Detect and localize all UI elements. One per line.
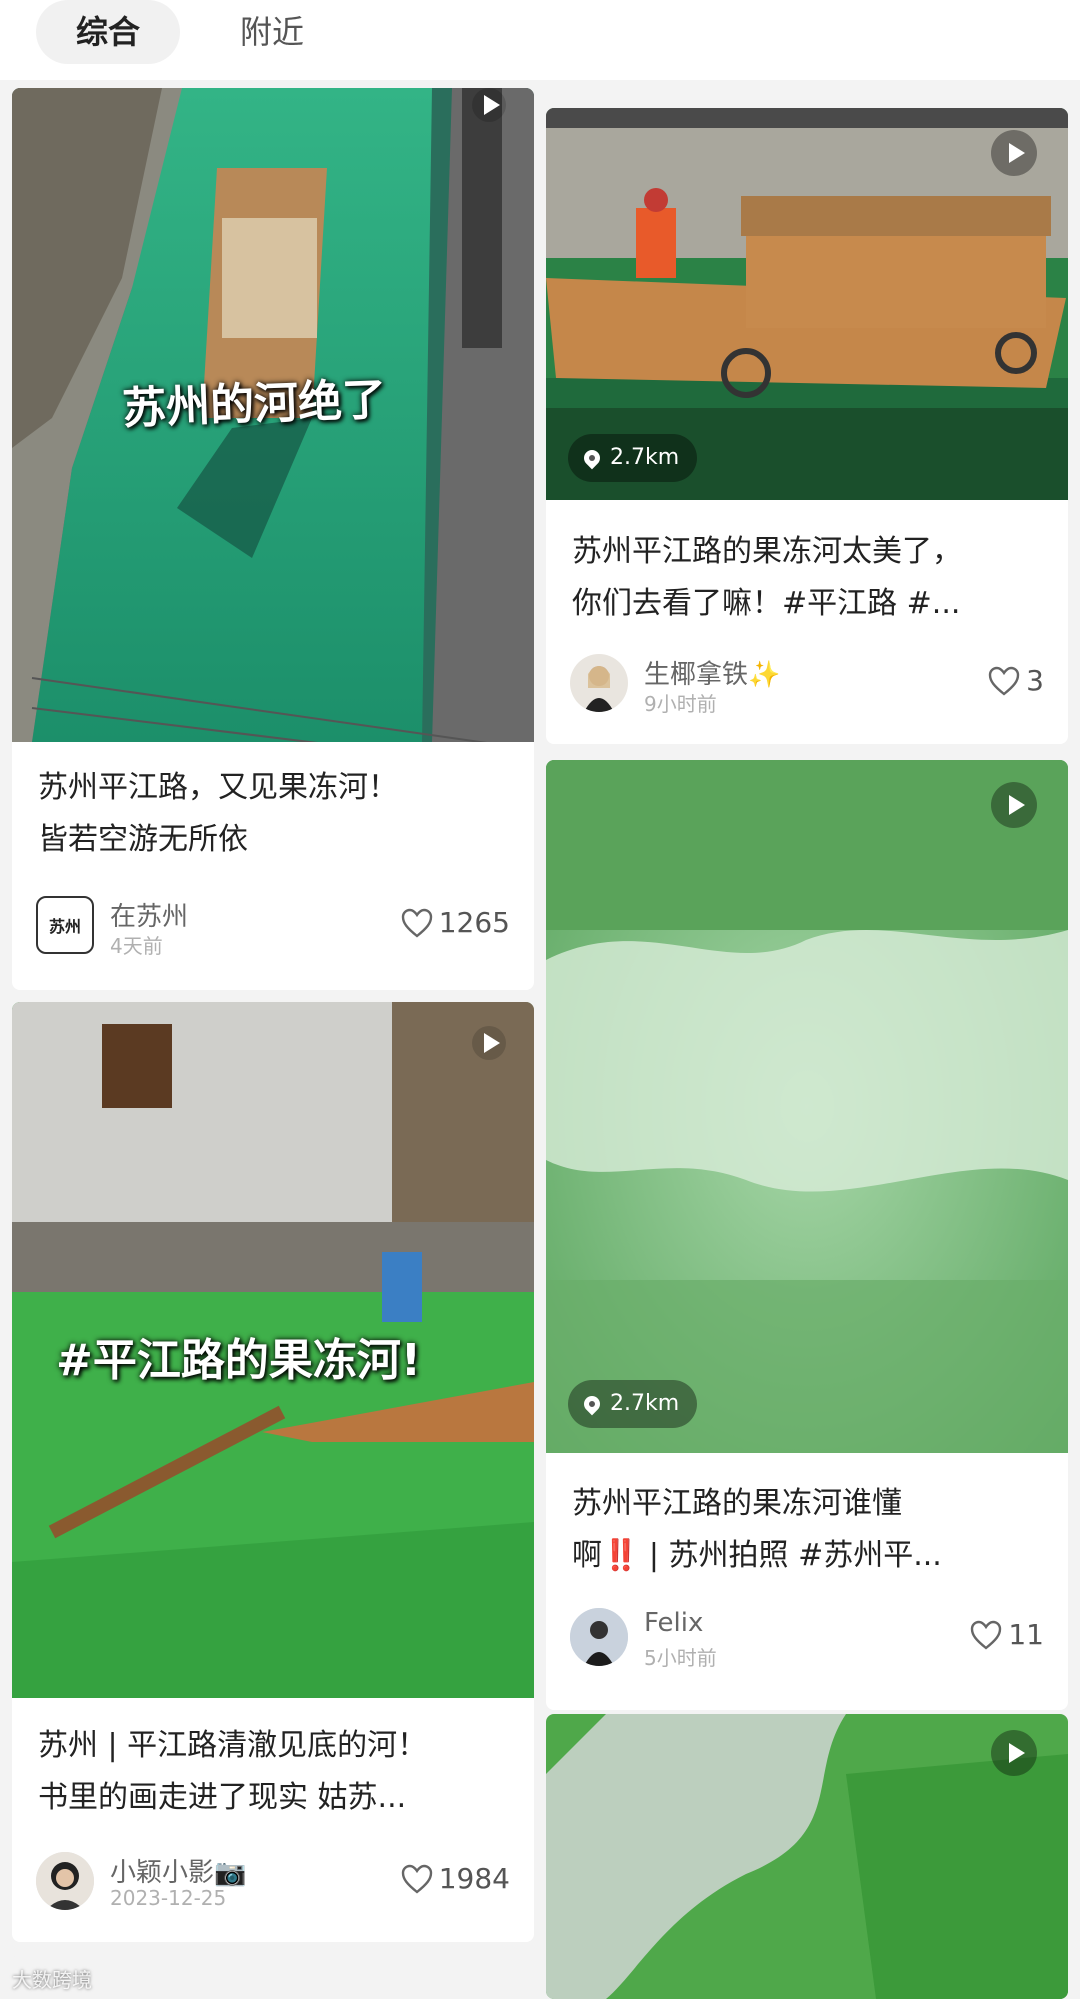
top-tab-bar: 综合 附近 [0,0,1080,80]
like-count: 3 [1026,664,1044,697]
card-cover-image[interactable]: #平江路的果冻河! [12,1002,534,1698]
card-title: 苏州 | 平江路清澈见底的河！ 书里的画走进了现实 姑苏... [38,1728,428,1815]
video-play-icon [991,782,1037,828]
like-button[interactable]: 11 [970,1618,1044,1651]
author-name[interactable]: 在苏州 [110,896,188,933]
feed-card[interactable]: 苏州的河绝了 苏州平江路，又见果冻河！ 皆若空游无所依 苏州 在苏州 4天前 1… [12,88,534,990]
tab-nearby[interactable]: 附近 [200,0,344,64]
heart-icon [971,1620,1002,1650]
card-title: 苏州平江路的果冻河谁懂 啊‼️ | 苏州拍照 #苏州平... [572,1486,942,1573]
feed-card[interactable] [546,1714,1068,1999]
cover-overlay-text: #平江路的果冻河! [56,1335,421,1386]
card-cover-image[interactable]: 苏州的河绝了 [12,88,534,742]
like-button[interactable]: 1984 [401,1862,510,1895]
video-play-icon [472,1026,506,1060]
card-cover-image[interactable]: 2.7km [546,108,1068,500]
watermark-text: 大数跨境 [12,1968,92,1992]
author-name[interactable]: Felix [644,1608,703,1638]
like-count: 1984 [438,1862,510,1895]
author-name[interactable]: 生椰拿铁✨ [644,654,780,691]
video-play-icon [991,1730,1037,1776]
card-title: 苏州平江路，又见果冻河！ 皆若空游无所依 [38,770,398,857]
post-time: 5小时前 [644,1646,717,1670]
like-count: 11 [1008,1618,1044,1651]
avatar[interactable] [570,654,628,712]
heart-icon [401,908,432,938]
author-name[interactable]: 小颖小影📷 [110,1852,246,1889]
location-badge: 2.7km [568,1380,698,1428]
card-title: 苏州平江路的果冻河太美了， 你们去看了嘛！#平江路 #... [572,534,962,621]
cover-overlay-text: 苏州的河绝了 [121,374,387,435]
video-play-icon [472,88,506,122]
card-author-row: 小颖小影📷 2023-12-25 1984 [36,1852,510,1916]
like-count: 1265 [438,906,510,939]
clear-water-image [546,760,1068,1453]
avatar[interactable] [36,1852,94,1910]
like-button[interactable]: 3 [988,664,1044,697]
card-author-row: Felix 5小时前 11 [570,1608,1044,1672]
feed-card[interactable]: 2.7km 苏州平江路的果冻河太美了， 你们去看了嘛！#平江路 #... 生椰拿… [546,108,1068,744]
video-play-icon [991,130,1037,176]
location-pin-icon [580,446,604,470]
post-time: 4天前 [110,934,163,958]
like-button[interactable]: 1265 [401,906,510,939]
avatar[interactable] [570,1608,628,1666]
location-pin-icon [580,1392,604,1416]
location-badge: 2.7km [568,434,698,482]
river-grass-image [546,1714,1068,1999]
heart-icon [401,1864,432,1894]
feed-card[interactable]: 2.7km 苏州平江路的果冻河谁懂 啊‼️ | 苏州拍照 #苏州平... Fel… [546,760,1068,1710]
avatar[interactable]: 苏州 [36,896,94,954]
tab-comprehensive[interactable]: 综合 [36,0,180,64]
card-cover-image[interactable] [546,1714,1068,1999]
card-author-row: 生椰拿铁✨ 9小时前 3 [570,654,1044,718]
card-cover-image[interactable]: 2.7km [546,760,1068,1453]
card-author-row: 苏州 在苏州 4天前 1265 [36,896,510,960]
post-time: 2023-12-25 [110,1886,227,1910]
heart-icon [988,666,1020,696]
feed-card[interactable]: #平江路的果冻河! 苏州 | 平江路清澈见底的河！ 书里的画走进了现实 姑苏..… [12,1002,534,1942]
post-time: 9小时前 [644,692,717,716]
